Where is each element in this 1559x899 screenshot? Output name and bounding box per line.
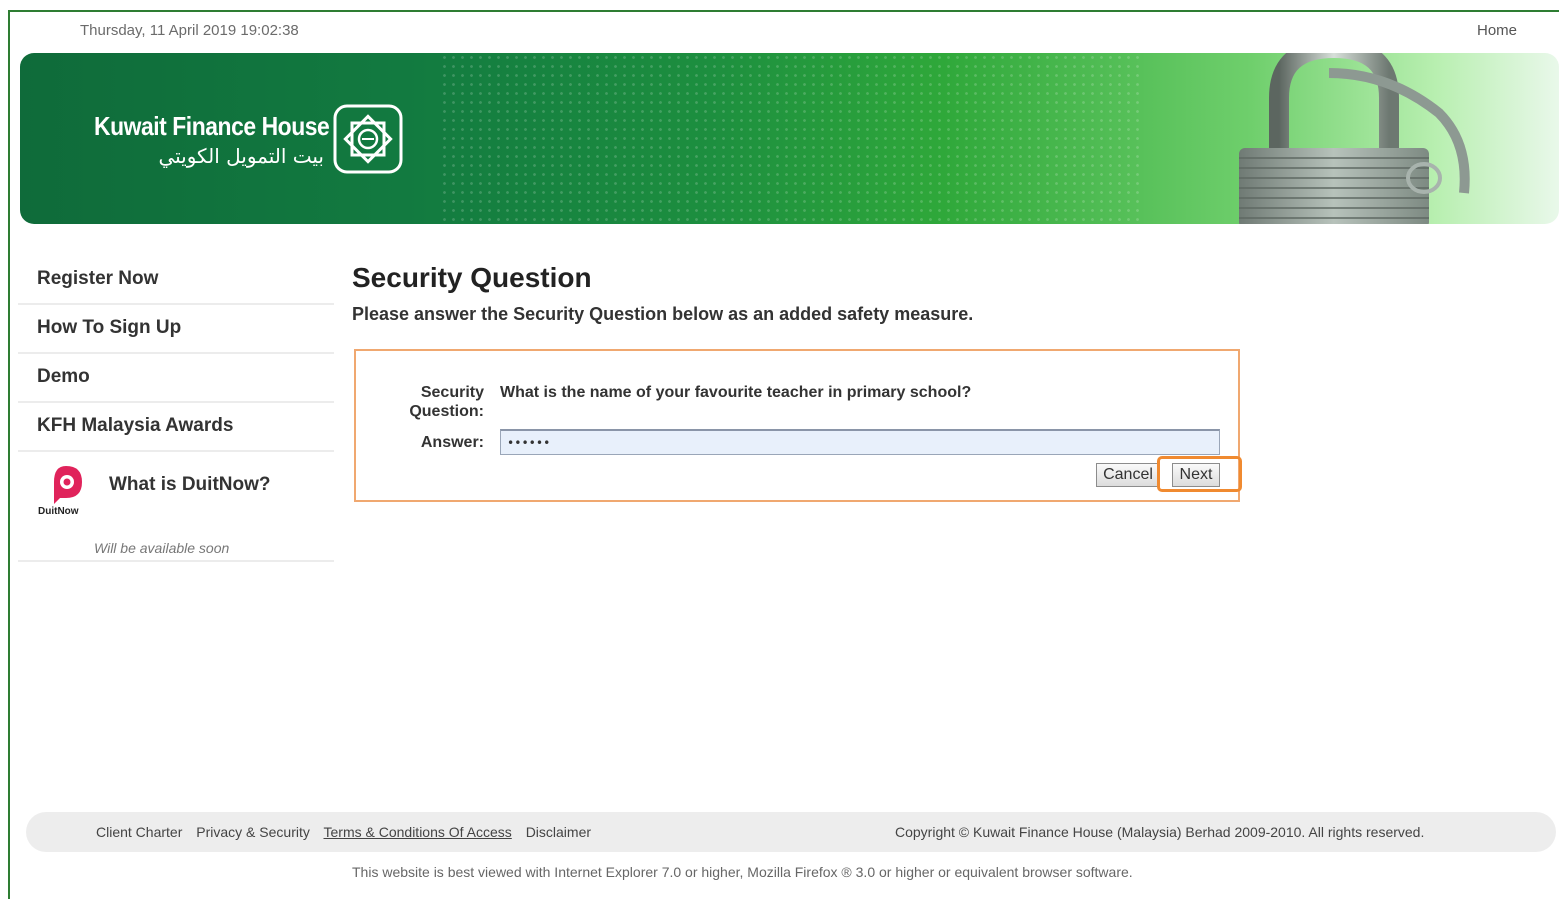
page-description: Please answer the Security Question belo… [352, 304, 974, 324]
duitnow-logo-text: DuitNow [38, 506, 79, 516]
sidebar-item-kfh-awards[interactable]: KFH Malaysia Awards [18, 403, 334, 452]
footer-link-terms[interactable]: Terms & Conditions Of Access [324, 824, 512, 840]
header-banner: Kuwait Finance House بيت التمويل الكويتي [20, 53, 1559, 224]
duitnow-promo[interactable]: DuitNow What is DuitNow? Will be availab… [18, 452, 334, 562]
duitnow-logo-icon: DuitNow [38, 466, 82, 516]
footer-link-client-charter[interactable]: Client Charter [96, 824, 182, 840]
duitnow-title: What is DuitNow? [109, 474, 271, 495]
footer-link-privacy-security[interactable]: Privacy & Security [196, 824, 310, 840]
duitnow-availability-note: Will be available soon [94, 540, 230, 556]
home-link[interactable]: Home [1477, 22, 1517, 39]
sidebar-item-demo[interactable]: Demo [18, 354, 334, 403]
copyright-text: Copyright © Kuwait Finance House (Malays… [895, 824, 1425, 840]
footer-links: Client Charter Privacy & Security Terms … [96, 824, 601, 840]
answer-input[interactable] [500, 429, 1220, 455]
brand-name-english: Kuwait Finance House [94, 111, 330, 141]
brand-logo[interactable]: Kuwait Finance House بيت التمويل الكويتي [94, 111, 361, 168]
security-question-text: What is the name of your favourite teach… [500, 384, 972, 401]
banner-pattern [440, 53, 1140, 224]
browser-compatibility-note: This website is best viewed with Interne… [352, 864, 1133, 880]
brand-name-arabic: بيت التمويل الكويتي [158, 144, 324, 168]
footer-link-disclaimer[interactable]: Disclaimer [526, 824, 591, 840]
sidebar-item-register-now[interactable]: Register Now [18, 256, 334, 305]
main-content: Security Question Please answer the Secu… [352, 262, 1252, 325]
sidebar-item-how-to-sign-up[interactable]: How To Sign Up [18, 305, 334, 354]
answer-label: Answer: [420, 434, 484, 451]
security-question-form: Security Question: What is the name of y… [354, 349, 1240, 502]
page-title: Security Question [352, 262, 592, 293]
padlock-icon [1239, 53, 1470, 224]
next-button-highlight [1157, 456, 1242, 492]
cancel-button[interactable]: Cancel [1096, 463, 1160, 487]
sidebar-nav: Register Now How To Sign Up Demo KFH Mal… [18, 256, 334, 562]
kfh-emblem-icon [333, 104, 403, 174]
security-question-label: Security Question: [409, 384, 484, 420]
current-datetime: Thursday, 11 April 2019 19:02:38 [80, 22, 299, 39]
